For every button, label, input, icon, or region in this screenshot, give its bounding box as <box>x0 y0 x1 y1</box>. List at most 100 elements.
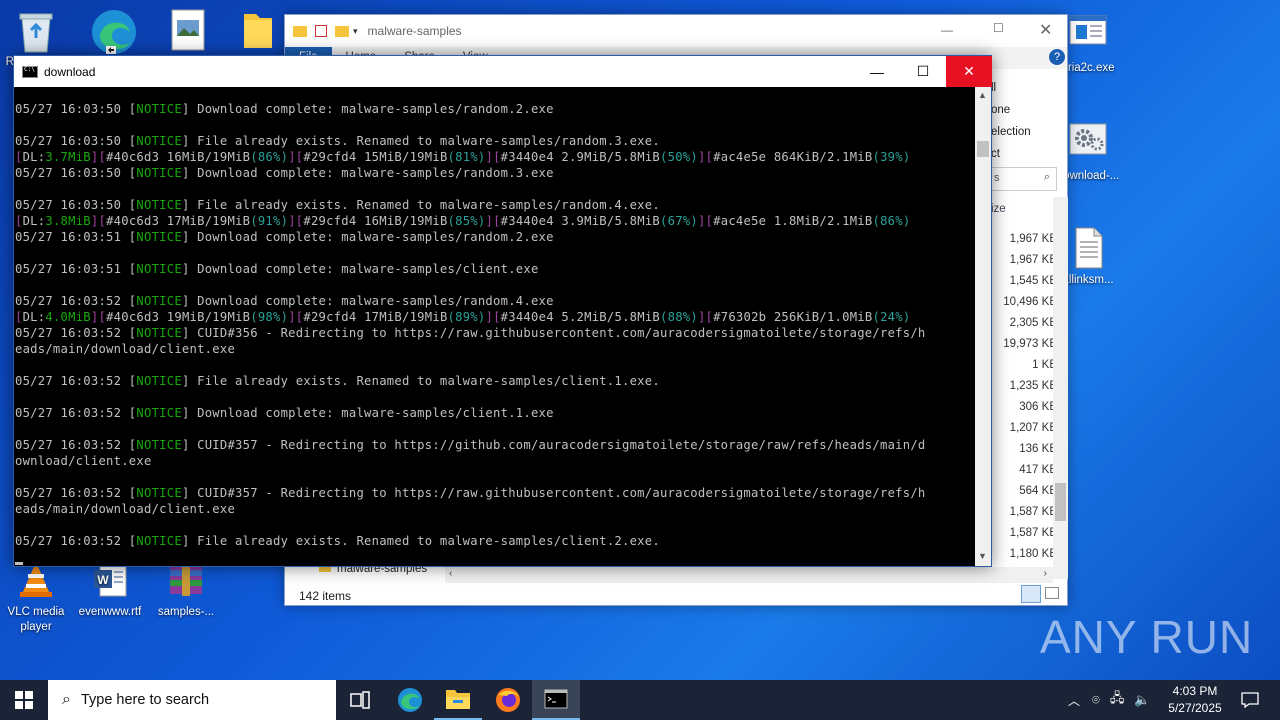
scroll-thumb[interactable] <box>977 141 989 157</box>
console-text: ] File already exists. Renamed to malwar… <box>181 534 660 548</box>
taskbar-clock[interactable]: 4:03 PM 5/27/2025 <box>1160 683 1230 717</box>
scroll-left-arrow[interactable]: ‹ <box>449 568 452 579</box>
cmd-vertical-scrollbar[interactable]: ▲ ▼ <box>975 87 991 566</box>
recycle-bin-icon <box>14 8 58 53</box>
console-text: ] File already exists. Renamed to malwar… <box>181 134 660 148</box>
list-item[interactable]: 136 KB <box>993 439 1057 460</box>
minimize-button[interactable]: — <box>854 56 900 87</box>
console-text: ][ <box>485 214 501 228</box>
properties-icon[interactable] <box>315 25 327 37</box>
desktop-icon-edge[interactable] <box>76 8 148 55</box>
help-icon[interactable]: ? <box>1049 49 1065 65</box>
taskbar: ⌕ Type here to search ︿ ⌾ 🖧 🔈 4:03 PM 5/… <box>0 680 1280 720</box>
notification-center-button[interactable] <box>1226 680 1274 720</box>
console-text: #ac4e5e 864KiB/2.1MiB <box>713 150 873 164</box>
list-item[interactable]: 564 KB <box>993 481 1057 502</box>
desktop-icon-rtf[interactable]: W evenwww.rtf <box>74 558 146 620</box>
list-item[interactable]: 1 KB <box>993 355 1057 376</box>
taskbar-cmd[interactable] <box>532 680 580 720</box>
desktop-icon-image-file[interactable] <box>152 8 224 55</box>
console-text: ][ <box>485 310 501 324</box>
explorer-vertical-scrollbar[interactable] <box>1053 197 1068 579</box>
console-text: NOTICE <box>136 166 182 180</box>
console-text: 05/27 16:03:51 [ <box>15 262 137 276</box>
scroll-up-arrow[interactable]: ▲ <box>978 90 987 100</box>
list-item[interactable]: 1,967 KB <box>993 229 1057 250</box>
invert-selection-item[interactable]: election <box>991 121 1051 143</box>
scroll-thumb[interactable] <box>1055 483 1066 521</box>
select-all-item[interactable]: ll <box>991 77 1051 99</box>
explorer-horizontal-scrollbar[interactable]: ‹ › <box>445 567 1053 583</box>
chevron-down-icon[interactable]: ▾ <box>353 26 358 37</box>
list-item[interactable]: 1,235 KB <box>993 376 1057 397</box>
list-item[interactable]: 1,967 KB <box>993 250 1057 271</box>
list-item[interactable]: 1,207 KB <box>993 418 1057 439</box>
cmd-icon <box>544 689 568 709</box>
maximize-button[interactable]: ☐ <box>900 56 946 87</box>
cmd-titlebar[interactable]: download — ☐ ✕ <box>14 56 992 87</box>
window-title: malware-samples <box>367 24 462 38</box>
console-text: NOTICE <box>136 294 182 308</box>
list-item[interactable]: 1,587 KB <box>993 502 1057 523</box>
scroll-right-arrow[interactable]: › <box>1044 568 1047 579</box>
taskbar-search-box[interactable]: ⌕ Type here to search <box>48 680 336 720</box>
select-group-label: ct <box>991 148 1000 160</box>
anyrun-watermark: ANY RUN <box>1040 611 1254 663</box>
network-icon[interactable]: 🖧 <box>1110 689 1125 711</box>
search-box[interactable]: s ⌕ <box>991 167 1057 191</box>
console-text: (91%) <box>250 214 289 228</box>
start-button[interactable] <box>0 680 48 720</box>
close-button[interactable]: ✕ <box>1039 20 1052 40</box>
maximize-button[interactable]: ☐ <box>993 21 1004 35</box>
console-text: NOTICE <box>136 486 182 500</box>
console-text: 05/27 16:03:50 [ <box>15 134 137 148</box>
console-text: 05/27 16:03:52 [ <box>15 534 137 548</box>
volume-icon[interactable]: 🔈 <box>1134 692 1150 708</box>
taskbar-file-explorer[interactable] <box>434 680 482 720</box>
list-item[interactable]: 10,496 KB <box>993 292 1057 313</box>
console-output[interactable]: 05/27 16:03:50 [NOTICE] Download complet… <box>14 87 975 566</box>
console-text: (86%) <box>250 150 289 164</box>
console-text: #29cfd4 17MiB/19MiB <box>303 310 448 324</box>
select-none-item[interactable]: one <box>991 99 1051 121</box>
column-header-size[interactable]: ize <box>991 203 1006 215</box>
details-view-icon[interactable] <box>1021 585 1041 603</box>
meet-now-icon[interactable]: ⌾ <box>1092 692 1100 708</box>
list-item[interactable]: 1,180 KB <box>993 544 1057 565</box>
console-text: ][ <box>288 150 304 164</box>
console-line: 05/27 16:03:50 [NOTICE] Download complet… <box>15 101 975 117</box>
console-text: [ <box>15 214 23 228</box>
close-button[interactable]: ✕ <box>946 56 992 87</box>
list-item[interactable]: 19,973 KB <box>993 334 1057 355</box>
list-item[interactable]: 417 KB <box>993 460 1057 481</box>
console-text: #40c6d3 19MiB/19MiB <box>106 310 251 324</box>
console-line: 05/27 16:03:52 [NOTICE] CUID#356 - Redir… <box>15 325 975 341</box>
taskbar-edge[interactable] <box>386 680 434 720</box>
desktop-icon-label: VLC media player <box>7 606 65 633</box>
minimize-button[interactable]: — <box>941 23 953 37</box>
list-item[interactable]: 1,545 KB <box>993 271 1057 292</box>
new-folder-icon[interactable] <box>335 25 349 37</box>
taskbar-firefox[interactable] <box>484 680 532 720</box>
list-item[interactable]: 306 KB <box>993 397 1057 418</box>
folder-icon <box>236 8 280 52</box>
desktop-icon-archive[interactable]: samples-... <box>150 558 222 620</box>
large-icons-view-icon[interactable] <box>1045 587 1059 599</box>
console-text: 05/27 16:03:52 [ <box>15 326 137 340</box>
image-file-icon <box>166 8 210 52</box>
explorer-titlebar[interactable]: ▾ malware-samples — ☐ ✕ <box>285 15 1067 47</box>
desktop-icon-vlc[interactable]: VLC media player <box>0 558 72 635</box>
console-line <box>15 549 975 565</box>
console-text: ] Download complete: malware-samples/ran… <box>181 294 554 308</box>
console-text: NOTICE <box>136 326 182 340</box>
console-text: #3440e4 2.9MiB/5.8MiB <box>500 150 661 164</box>
chevron-up-icon[interactable]: ︿ <box>1068 692 1080 709</box>
text-file-icon <box>1066 226 1110 270</box>
console-text: eads/main/download/client.exe <box>15 342 236 356</box>
list-item[interactable]: 2,305 KB <box>993 313 1057 334</box>
command-prompt-window[interactable]: download — ☐ ✕ 05/27 16:03:50 [NOTICE] D… <box>13 55 992 567</box>
list-item[interactable]: 1,587 KB <box>993 523 1057 544</box>
scroll-down-arrow[interactable]: ▼ <box>978 551 987 561</box>
task-view-button[interactable] <box>336 680 384 720</box>
